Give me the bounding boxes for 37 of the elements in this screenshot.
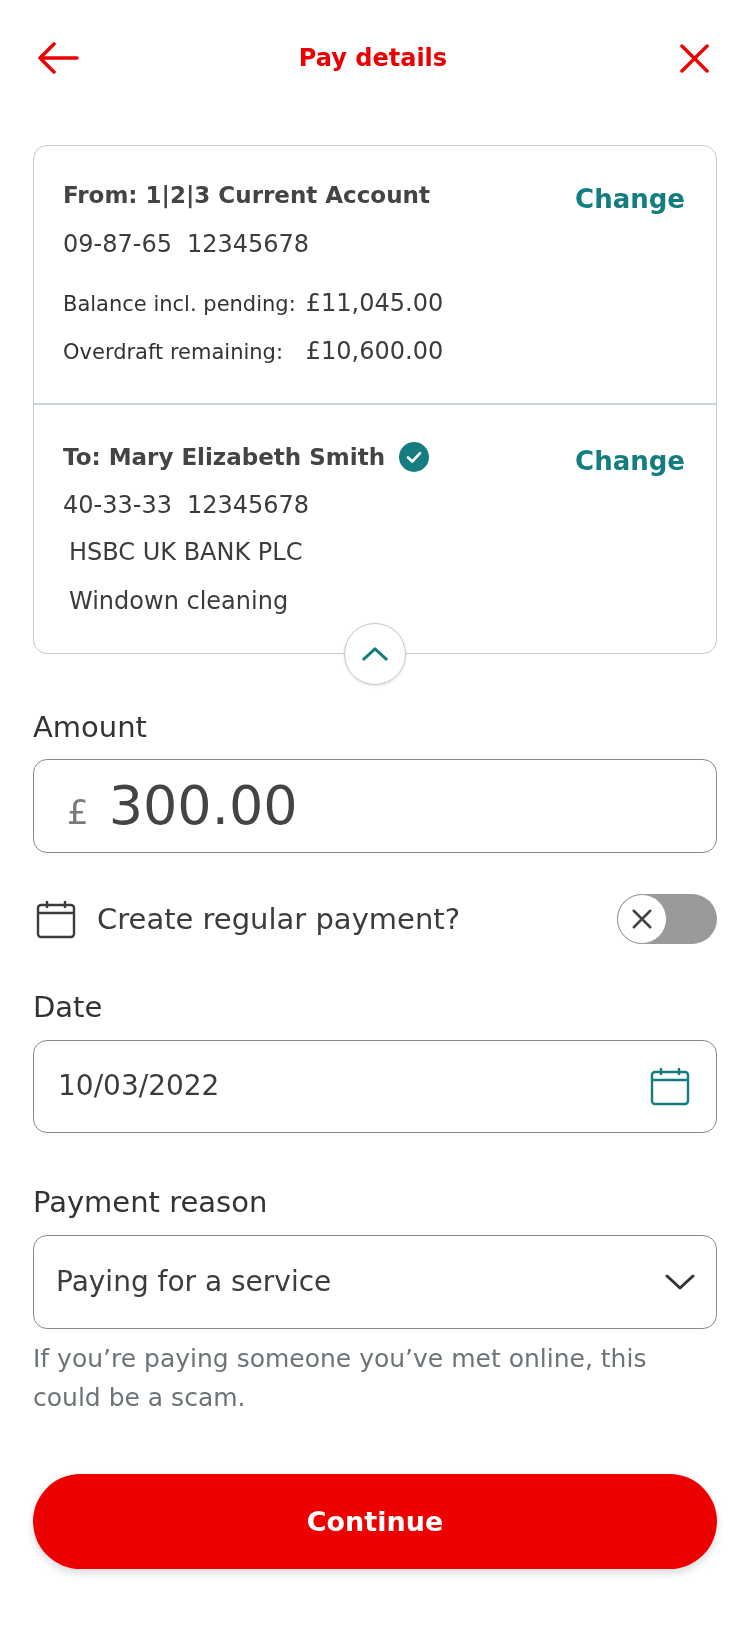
sort-code: 09-87-65 <box>63 229 172 259</box>
regular-payment-label: Create regular payment? <box>97 900 461 937</box>
amount-field[interactable]: £ 300.00 <box>33 758 717 853</box>
balance-label: Balance incl. pending: <box>63 291 296 318</box>
chevron-up-icon <box>361 646 389 661</box>
continue-button[interactable]: Continue <box>33 1473 717 1569</box>
payment-reason-dropdown[interactable]: Paying for a service <box>33 1234 717 1329</box>
regular-payment-toggle[interactable] <box>617 893 717 944</box>
account-number: 12345678 <box>186 489 310 520</box>
balance-label: Overdraft remaining: <box>63 339 285 366</box>
field-label: Amount <box>33 708 148 745</box>
collapse-button[interactable] <box>344 622 406 685</box>
close-icon[interactable] <box>680 43 709 73</box>
change-link[interactable]: Change <box>575 184 685 214</box>
amount-value: 300.00 <box>108 774 298 837</box>
from-account-name: From: 1|2|3 Current Account <box>63 181 431 210</box>
chevron-down-icon <box>665 1273 695 1290</box>
screen-title: Pay details <box>298 43 448 74</box>
sort-code: 40-33-33 <box>63 489 172 520</box>
balance-value: £10,600.00 <box>305 336 444 366</box>
x-icon <box>631 907 653 930</box>
date-value: 10/03/2022 <box>58 1068 220 1104</box>
calendar-icon[interactable] <box>650 1066 690 1106</box>
balance-value: £11,045.00 <box>305 288 444 318</box>
account-number: 12345678 <box>186 229 310 259</box>
selected-reason: Paying for a service <box>56 1263 332 1300</box>
payee-detail: HSBC UK BANK PLC <box>68 536 304 567</box>
payee-detail: Windown cleaning <box>68 585 290 616</box>
currency-symbol: £ <box>67 791 89 832</box>
scam-warning-text: If you’re paying someone you’ve met online, this could be a scam. <box>33 1342 648 1414</box>
back-arrow-icon[interactable] <box>37 42 79 74</box>
field-label: Payment reason <box>33 1183 269 1220</box>
change-link[interactable]: Change <box>575 445 685 476</box>
date-field[interactable]: 10/03/2022 <box>33 1039 717 1133</box>
field-label: Date <box>33 988 104 1025</box>
calendar-icon <box>36 898 76 939</box>
payee-name: To: Mary Elizabeth Smith <box>63 442 385 472</box>
